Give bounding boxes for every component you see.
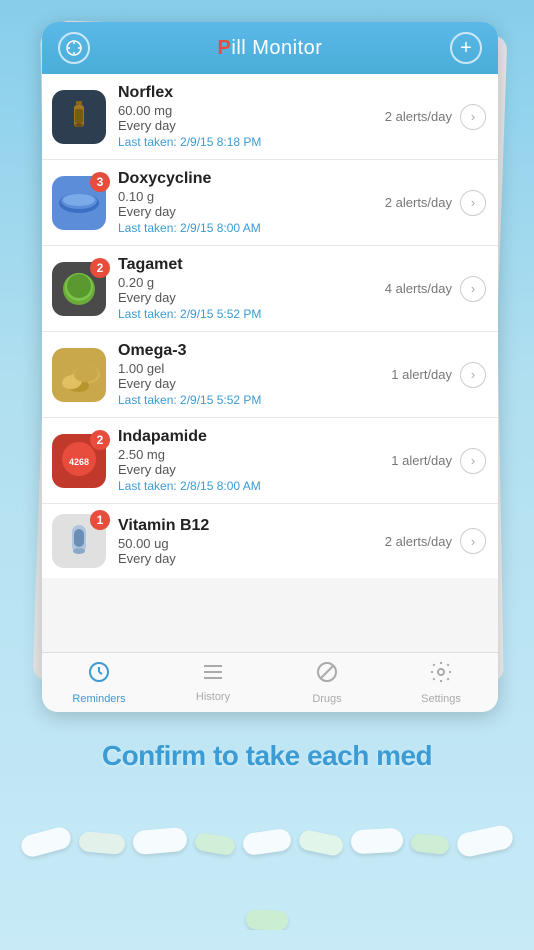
med-freq-norflex: Every day	[118, 118, 385, 133]
med-item-tagamet[interactable]: 2 Tagamet 0.20 g Every day Last taken: 2…	[42, 246, 498, 332]
add-button[interactable]: +	[450, 32, 482, 64]
drugs-icon	[315, 660, 339, 690]
med-item-norflex[interactable]: Norflex 60.00 mg Every day Last taken: 2…	[42, 74, 498, 160]
med-icon-wrap-doxy: 3	[52, 176, 106, 230]
tab-history[interactable]: History	[156, 662, 270, 703]
med-last-omega3: Last taken: 2/9/15 5:52 PM	[118, 393, 391, 407]
med-alerts-norflex: 2 alerts/day	[385, 109, 452, 124]
reminders-icon	[87, 660, 111, 690]
badge-tagamet: 2	[90, 258, 110, 278]
med-item-vitb12[interactable]: 1 Vitamin B12 50.00 ug Every day 2 alert…	[42, 504, 498, 578]
med-dose-vitb12: 50.00 ug	[118, 536, 385, 551]
med-dose-doxy: 0.10 g	[118, 189, 385, 204]
tab-reminders[interactable]: Reminders	[42, 660, 156, 705]
med-item-omega3[interactable]: Omega-3 1.00 gel Every day Last taken: 2…	[42, 332, 498, 418]
med-chevron-indapamide[interactable]: ›	[460, 448, 486, 474]
monitor-label: Monitor	[246, 37, 322, 59]
badge-doxy: 3	[90, 172, 110, 192]
med-icon-wrap-tagamet: 2	[52, 262, 106, 316]
med-last-tagamet: Last taken: 2/9/15 5:52 PM	[118, 307, 385, 321]
med-dose-tagamet: 0.20 g	[118, 275, 385, 290]
tab-history-label: History	[196, 691, 230, 703]
med-freq-omega3: Every day	[118, 376, 391, 391]
tab-settings[interactable]: Settings	[384, 660, 498, 705]
tab-settings-label: Settings	[421, 693, 461, 705]
compass-button[interactable]	[58, 32, 90, 64]
med-alerts-vitb12: 2 alerts/day	[385, 534, 452, 549]
med-icon-wrap-vitb12: 1	[52, 514, 106, 568]
med-alerts-indapamide: 1 alert/day	[391, 453, 452, 468]
med-dose-norflex: 60.00 mg	[118, 103, 385, 118]
med-icon-wrap-omega3	[52, 348, 106, 402]
med-alerts-omega3: 1 alert/day	[391, 367, 452, 382]
med-chevron-vitb12[interactable]: ›	[460, 528, 486, 554]
badge-indapamide: 2	[90, 430, 110, 450]
tab-drugs[interactable]: Drugs	[270, 660, 384, 705]
app-header: Pill Monitor +	[42, 22, 498, 74]
med-icon-wrap-norflex	[52, 90, 106, 144]
app-title: Pill Monitor	[218, 37, 323, 60]
pill-p: P	[218, 37, 232, 59]
bottom-banner: Confirm to take each med	[0, 720, 534, 950]
settings-icon	[429, 660, 453, 690]
med-chevron-tagamet[interactable]: ›	[460, 276, 486, 302]
med-info-omega3: Omega-3 1.00 gel Every day Last taken: 2…	[118, 342, 391, 407]
tab-bar: Reminders History Drugs	[42, 652, 498, 712]
med-name-tagamet: Tagamet	[118, 256, 385, 274]
med-chevron-doxy[interactable]: ›	[460, 190, 486, 216]
med-dose-omega3: 1.00 gel	[118, 361, 391, 376]
med-info-tagamet: Tagamet 0.20 g Every day Last taken: 2/9…	[118, 256, 385, 321]
medication-list: Norflex 60.00 mg Every day Last taken: 2…	[42, 74, 498, 578]
med-freq-tagamet: Every day	[118, 290, 385, 305]
med-chevron-norflex[interactable]: ›	[460, 104, 486, 130]
tab-drugs-label: Drugs	[312, 693, 341, 705]
med-alerts-doxy: 2 alerts/day	[385, 195, 452, 210]
pill-rest: ill	[231, 37, 246, 59]
med-name-norflex: Norflex	[118, 84, 385, 102]
badge-vitb12: 1	[90, 510, 110, 530]
med-info-norflex: Norflex 60.00 mg Every day Last taken: 2…	[118, 84, 385, 149]
med-info-doxy: Doxycycline 0.10 g Every day Last taken:…	[118, 170, 385, 235]
med-dose-indapamide: 2.50 mg	[118, 447, 391, 462]
med-item-indapamide[interactable]: 4268 2 Indapamide 2.50 mg Every day Last…	[42, 418, 498, 504]
med-freq-doxy: Every day	[118, 204, 385, 219]
tab-reminders-label: Reminders	[72, 693, 125, 705]
med-name-indapamide: Indapamide	[118, 428, 391, 446]
med-info-indapamide: Indapamide 2.50 mg Every day Last taken:…	[118, 428, 391, 493]
med-item-doxy[interactable]: 3 Doxycycline 0.10 g Every day Last take…	[42, 160, 498, 246]
history-icon	[201, 662, 225, 688]
svg-text:4268: 4268	[69, 457, 89, 467]
med-icon-wrap-indapamide: 4268 2	[52, 434, 106, 488]
med-last-doxy: Last taken: 2/9/15 8:00 AM	[118, 221, 385, 235]
med-name-omega3: Omega-3	[118, 342, 391, 360]
med-last-indapamide: Last taken: 2/8/15 8:00 AM	[118, 479, 391, 493]
med-icon-norflex	[52, 90, 106, 144]
med-freq-vitb12: Every day	[118, 551, 385, 566]
med-name-doxy: Doxycycline	[118, 170, 385, 188]
main-card: Pill Monitor + Norflex 60.00 m	[42, 22, 498, 712]
med-alerts-tagamet: 4 alerts/day	[385, 281, 452, 296]
med-info-vitb12: Vitamin B12 50.00 ug Every day	[118, 517, 385, 566]
med-icon-omega3	[52, 348, 106, 402]
med-chevron-omega3[interactable]: ›	[460, 362, 486, 388]
med-freq-indapamide: Every day	[118, 462, 391, 477]
med-last-norflex: Last taken: 2/9/15 8:18 PM	[118, 135, 385, 149]
med-name-vitb12: Vitamin B12	[118, 517, 385, 535]
banner-text: Confirm to take each med	[102, 740, 432, 772]
